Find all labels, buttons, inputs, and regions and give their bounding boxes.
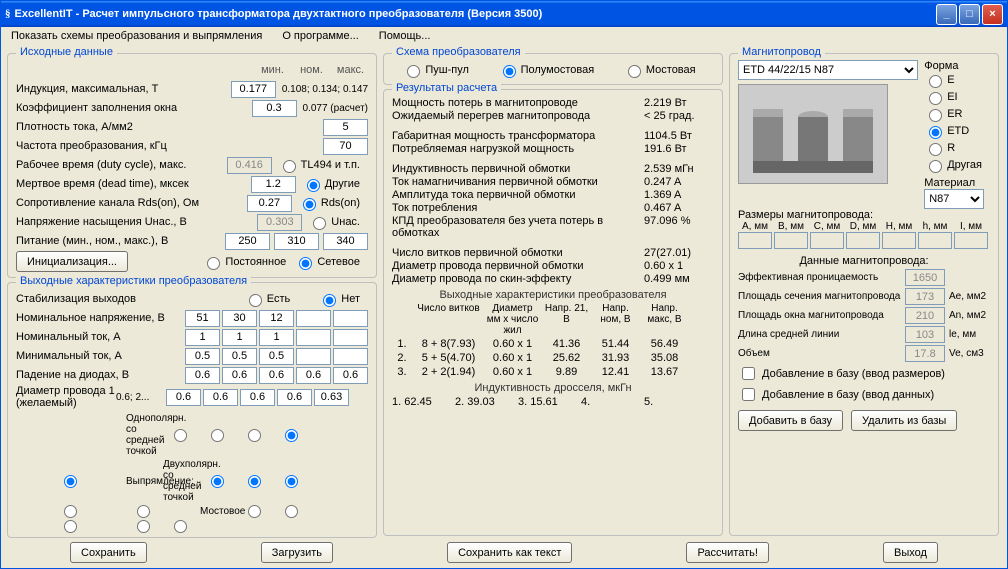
material-select[interactable]: N87: [924, 189, 984, 209]
output-group: Выходные характеристики преобразователя …: [7, 282, 377, 538]
core-select[interactable]: ETD 44/22/15 N87: [738, 60, 918, 80]
load-button[interactable]: Загрузить: [261, 542, 333, 563]
calc-button[interactable]: Рассчитать!: [686, 542, 768, 563]
menu-help[interactable]: Помощь...: [375, 29, 435, 45]
v2-input[interactable]: [222, 310, 257, 327]
window-title: ExcellentIT - Расчет импульсного трансфо…: [11, 8, 937, 20]
results-group: Результаты расчета Мощность потерь в маг…: [383, 89, 723, 536]
bridge-radio: [628, 65, 641, 78]
dc-radio: [207, 257, 220, 270]
add-db-button[interactable]: Добавить в базу: [738, 410, 843, 431]
dead-input[interactable]: [251, 176, 296, 193]
tl494-radio: [283, 160, 296, 173]
ae-input: [905, 288, 945, 305]
close-button[interactable]: ×: [982, 4, 1003, 25]
add-dims-check[interactable]: [742, 367, 755, 380]
density-input[interactable]: [323, 119, 368, 136]
v1-input[interactable]: [185, 310, 220, 327]
perm-input: [905, 269, 945, 286]
exit-button[interactable]: Выход: [883, 542, 938, 563]
stab-no-radio: [323, 294, 336, 307]
minimize-button[interactable]: _: [936, 4, 957, 25]
form-er-radio: [929, 109, 942, 122]
form-ei-radio: [929, 92, 942, 105]
rds-input[interactable]: [247, 195, 292, 212]
menubar: Показать схемы преобразования и выпрямле…: [1, 27, 1007, 47]
rdson-radio: [303, 198, 316, 211]
form-other-radio: [929, 160, 942, 173]
pmin-input[interactable]: [225, 233, 270, 250]
duty-input: [227, 157, 272, 174]
stab-yes-radio: [249, 294, 262, 307]
form-e-radio: [929, 75, 942, 88]
core-image: [738, 84, 888, 184]
titlebar: § ExcellentIT - Расчет импульсного транс…: [1, 1, 1007, 27]
core-group: Магнитопровод ETD 44/22/15 N87 Форма E E…: [729, 53, 999, 536]
form-r-radio: [929, 143, 942, 156]
le-input: [905, 326, 945, 343]
other-radio: [307, 179, 320, 192]
induction-input[interactable]: [231, 81, 276, 98]
maximize-button[interactable]: □: [959, 4, 980, 25]
v3-input[interactable]: [259, 310, 294, 327]
menu-schemes[interactable]: Показать схемы преобразования и выпрямле…: [7, 29, 266, 45]
pnom-input[interactable]: [274, 233, 319, 250]
form-etd-radio: [929, 126, 942, 139]
add-data-check[interactable]: [742, 388, 755, 401]
unas-radio: [313, 217, 326, 230]
init-button[interactable]: Инициализация...: [16, 251, 128, 272]
halfbridge-radio: [503, 65, 516, 78]
i1-input[interactable]: [185, 329, 220, 346]
save-text-button[interactable]: Сохранить как текст: [447, 542, 572, 563]
fill-input[interactable]: [252, 100, 297, 117]
pushpull-radio: [407, 65, 420, 78]
input-group: Исходные данные мин.ном.макс. Индукция, …: [7, 53, 377, 278]
freq-input[interactable]: [323, 138, 368, 155]
an-input: [905, 307, 945, 324]
scheme-group: Схема преобразователя Пуш-пул Полумостов…: [383, 53, 723, 85]
ve-input: [905, 345, 945, 362]
unas-input: [257, 214, 302, 231]
pmax-input[interactable]: [323, 233, 368, 250]
del-db-button[interactable]: Удалить из базы: [851, 410, 957, 431]
ac-radio: [299, 257, 312, 270]
menu-about[interactable]: О программе...: [278, 29, 362, 45]
save-button[interactable]: Сохранить: [70, 542, 147, 563]
